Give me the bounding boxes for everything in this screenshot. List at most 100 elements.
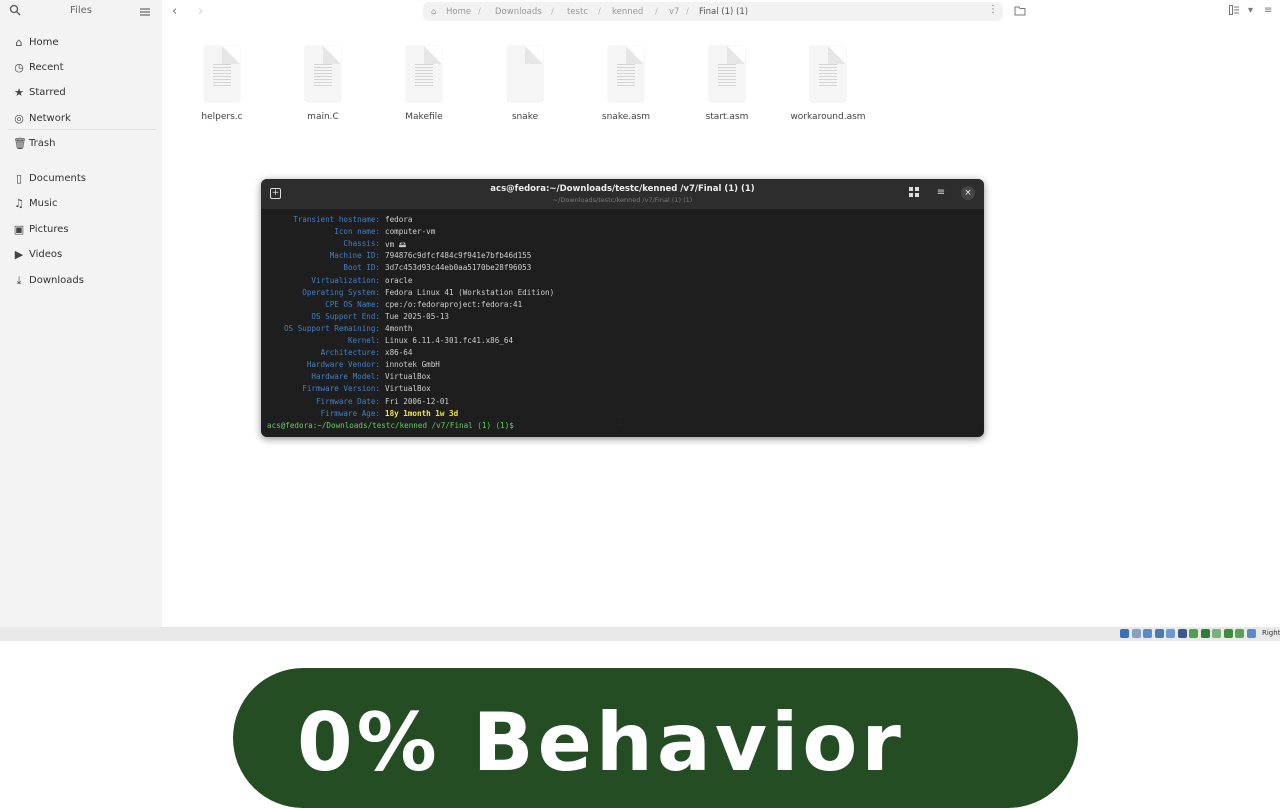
sidebar-item-trash[interactable]: 🗑 Trash [0,134,162,156]
vm-status-icon[interactable] [1120,629,1129,638]
clock-icon: ◷ [14,61,24,74]
file-item[interactable]: workaround.asm [788,46,868,126]
vm-status-icon[interactable] [1131,629,1141,638]
home-icon: ⌂ [431,7,437,17]
sidebar-item-starred[interactable]: ★ Starred [0,83,162,105]
sidebar-item-home[interactable]: ⌂ Home [0,33,162,55]
sidebar-item-network[interactable]: ◎ Network [0,109,162,131]
breadcrumb-separator: / [478,7,481,17]
terminal-line: Transient hostname: fedora [261,215,984,227]
forward-arrow-icon[interactable]: › [198,4,203,19]
hamburger-menu-icon[interactable] [139,3,153,17]
caption-text: 0% Behavior [297,696,905,789]
terminal-value: 3d7c453d93c44eb0aa5170be28f96053 [385,263,532,273]
terminal-output[interactable]: Transient hostname: fedora Icon name: compu… [261,215,984,437]
vm-status-icon[interactable] [1235,629,1244,638]
file-name: workaround.asm [790,112,866,122]
terminal-key: Firmware Age: [320,408,380,418]
vm-status-icon[interactable] [1200,629,1210,638]
breadcrumb-testc[interactable]: testc [567,7,588,17]
file-name: snake.asm [601,112,651,122]
chevron-down-icon[interactable]: ▾ [1248,5,1253,16]
star-icon: ★ [14,86,24,99]
terminal-window[interactable]: + acs@fedora:~/Downloads/testc/kenned /v… [261,179,984,437]
terminal-value: cpe:/o:fedoraproject:fedora:41 [385,299,523,309]
text-file-icon [406,46,442,102]
terminal-line: OS Support Remaining: 4month [261,324,984,336]
vm-status-icon[interactable] [1166,629,1175,638]
terminal-line: Chassis: vm 🖴 [261,239,984,251]
terminal-value: 18y 1month 1w 3d [385,408,459,418]
sidebar-item-music[interactable]: ♫ Music [0,194,162,216]
file-name: main.C [307,112,339,122]
hamburger-menu-icon[interactable]: ≡ [935,187,947,199]
c-source-file-icon [204,46,240,102]
terminal-line: Icon name: computer-vm [261,227,984,239]
sidebar-item-recent[interactable]: ◷ Recent [0,58,162,80]
back-arrow-icon[interactable]: ‹ [172,4,177,19]
video-icon: ▶ [14,248,24,261]
home-icon: ⌂ [15,36,23,49]
new-folder-icon[interactable] [1014,5,1026,19]
terminal-line: Virtualization: oracle [261,276,984,288]
path-bar[interactable]: ⌂ Home / Downloads / testc / kenned / v7… [423,2,1003,21]
vm-status-icon[interactable] [1246,629,1256,638]
terminal-title: acs@fedora:~/Downloads/testc/kenned /v7/… [490,184,755,194]
breadcrumb-downloads[interactable]: Downloads [495,7,542,17]
terminal-line: Firmware Version: VirtualBox [261,384,984,396]
vm-status-icon[interactable] [1177,629,1187,638]
close-icon[interactable]: × [961,186,975,200]
sidebar-item-pictures[interactable]: ▣ Pictures [0,220,162,242]
breadcrumb-home[interactable]: Home [446,7,471,17]
vm-status-icon[interactable] [1189,629,1198,638]
asm-file-icon [709,46,745,102]
terminal-key: Chassis: [343,239,380,249]
breadcrumb-separator: / [551,7,554,17]
breadcrumb-kenned[interactable]: kenned [612,7,643,17]
terminal-value: Fri 2006-12-01 [385,396,450,406]
file-item[interactable]: main.C [283,46,363,126]
sidebar-item-downloads[interactable]: ⤓ Downloads [0,271,162,293]
terminal-line: Boot ID: 3d7c453d93c44eb0aa5170be28f96053 [261,263,984,275]
breadcrumb-v7[interactable]: v7 [669,7,679,17]
terminal-value: oracle [385,275,413,285]
sidebar-item-label: Home [29,37,59,48]
vm-status-bar [0,627,1280,641]
terminal-value: Fedora Linux 41 (Workstation Edition) [385,287,555,297]
terminal-line: Hardware Model: VirtualBox [261,372,984,384]
terminal-value: fedora [385,215,413,224]
file-item[interactable]: snake [485,46,565,126]
file-name: start.asm [705,112,749,122]
view-options-icon[interactable] [1229,5,1239,18]
vm-status-icon[interactable] [1212,629,1221,638]
vm-status-icon[interactable] [1223,629,1233,638]
hamburger-menu-icon[interactable]: ≡ [1264,5,1272,16]
terminal-value: vm 🖴 [385,240,407,250]
sidebar-item-label: Music [29,198,58,209]
terminal-line: Operating System: Fedora Linux 41 (Workst… [261,288,984,300]
terminal-line: Kernel: Linux 6.11.4-301.fc41.x86_64 [261,336,984,348]
virtual-machine-screen: Files ⌂ Home ◷ Recent ★ Starred ◎ Network 🗑 T… [0,0,1280,641]
file-item[interactable]: Makefile [384,46,464,126]
terminal-key: Kernel: [347,336,380,345]
tab-overview-icon[interactable] [908,187,920,199]
sidebar-item-documents[interactable]: ▯ Documents [0,169,162,191]
vm-status-icon[interactable] [1143,629,1152,638]
breadcrumb-final[interactable]: Final (1) (1) [699,7,748,17]
path-menu-icon[interactable]: ⋮ [988,4,998,15]
terminal-titlebar[interactable]: + acs@fedora:~/Downloads/testc/kenned /v… [261,179,984,209]
terminal-line: CPE OS Name: cpe:/o:fedoraproject:fedora:… [261,300,984,312]
file-item[interactable]: start.asm [687,46,767,126]
vm-status-icon[interactable] [1154,629,1164,638]
breadcrumb-separator: / [655,7,658,17]
file-item[interactable]: helpers.c [182,46,262,126]
app-title: Files [70,5,92,16]
sidebar-item-videos[interactable]: ▶ Videos [0,245,162,267]
binary-file-icon [507,46,543,102]
file-item[interactable]: snake.asm [586,46,666,126]
shell-prompt: acs@fedora:~/Downloads/testc/kenned /v7/… [267,420,514,430]
terminal-key: Architecture: [320,348,380,358]
sidebar-item-label: Videos [29,249,63,260]
host-key-label: Right [1262,629,1280,637]
sidebar-item-label: Downloads [29,275,84,286]
